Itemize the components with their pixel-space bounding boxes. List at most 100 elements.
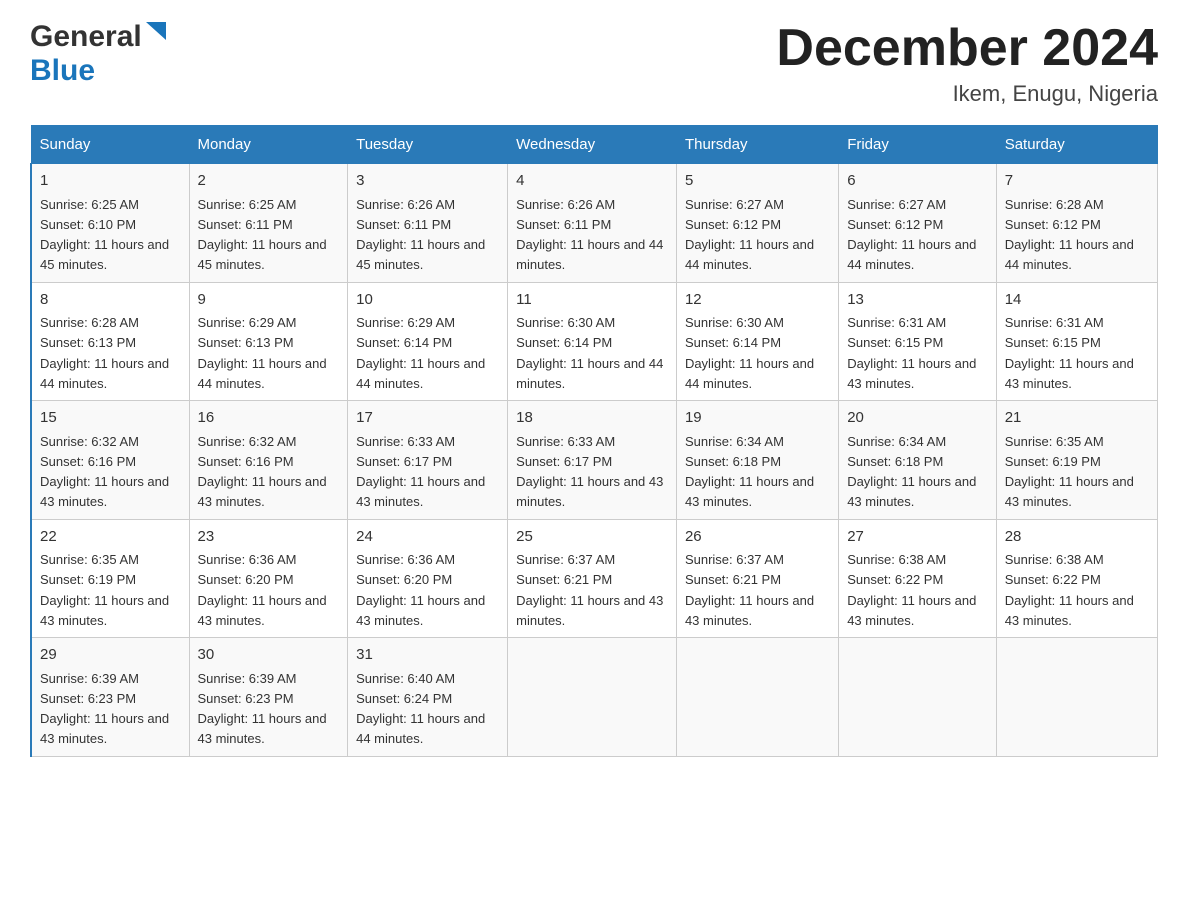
weekday-header-sunday: Sunday	[31, 126, 189, 164]
day-info: Sunrise: 6:26 AMSunset: 6:11 PMDaylight:…	[356, 197, 485, 273]
day-info: Sunrise: 6:39 AMSunset: 6:23 PMDaylight:…	[40, 671, 169, 747]
calendar-cell: 3 Sunrise: 6:26 AMSunset: 6:11 PMDaylight…	[348, 164, 508, 283]
calendar-cell: 27 Sunrise: 6:38 AMSunset: 6:22 PMDayligh…	[839, 519, 997, 638]
day-info: Sunrise: 6:32 AMSunset: 6:16 PMDaylight:…	[198, 434, 327, 510]
calendar-body: 1 Sunrise: 6:25 AMSunset: 6:10 PMDaylight…	[31, 164, 1158, 757]
day-number: 12	[685, 289, 830, 312]
day-info: Sunrise: 6:35 AMSunset: 6:19 PMDaylight:…	[40, 552, 169, 628]
page-header: General Blue December 2024 Ikem, Enugu, …	[30, 20, 1158, 107]
day-number: 2	[198, 170, 340, 193]
calendar-cell	[508, 638, 677, 757]
day-number: 10	[356, 289, 499, 312]
day-info: Sunrise: 6:32 AMSunset: 6:16 PMDaylight:…	[40, 434, 169, 510]
day-number: 22	[40, 526, 181, 549]
day-info: Sunrise: 6:34 AMSunset: 6:18 PMDaylight:…	[847, 434, 976, 510]
calendar-cell: 31 Sunrise: 6:40 AMSunset: 6:24 PMDayligh…	[348, 638, 508, 757]
calendar-cell: 6Sunrise: 6:27 AMSunset: 6:12 PMDaylight…	[839, 164, 997, 283]
day-number: 8	[40, 289, 181, 312]
day-info: Sunrise: 6:29 AMSunset: 6:13 PMDaylight:…	[198, 315, 327, 391]
calendar-cell: 23Sunrise: 6:36 AMSunset: 6:20 PMDayligh…	[189, 519, 348, 638]
weekday-header-thursday: Thursday	[676, 126, 838, 164]
calendar-cell: 30Sunrise: 6:39 AMSunset: 6:23 PMDayligh…	[189, 638, 348, 757]
calendar-cell: 26 Sunrise: 6:37 AMSunset: 6:21 PMDayligh…	[676, 519, 838, 638]
day-number: 1	[40, 170, 181, 193]
day-info: Sunrise: 6:30 AMSunset: 6:14 PMDaylight:…	[685, 315, 814, 391]
calendar-cell: 21 Sunrise: 6:35 AMSunset: 6:19 PMDayligh…	[996, 401, 1157, 520]
day-number: 25	[516, 526, 668, 549]
calendar-week-row: 22 Sunrise: 6:35 AMSunset: 6:19 PMDayligh…	[31, 519, 1158, 638]
calendar-cell: 29Sunrise: 6:39 AMSunset: 6:23 PMDayligh…	[31, 638, 189, 757]
day-info: Sunrise: 6:37 AMSunset: 6:21 PMDaylight:…	[516, 552, 663, 628]
calendar-cell: 19 Sunrise: 6:34 AMSunset: 6:18 PMDayligh…	[676, 401, 838, 520]
day-number: 5	[685, 170, 830, 193]
day-info: Sunrise: 6:38 AMSunset: 6:22 PMDaylight:…	[847, 552, 976, 628]
weekday-row: SundayMondayTuesdayWednesdayThursdayFrid…	[31, 126, 1158, 164]
calendar-cell: 7Sunrise: 6:28 AMSunset: 6:12 PMDaylight…	[996, 164, 1157, 283]
day-number: 9	[198, 289, 340, 312]
logo-general-text: General	[30, 20, 142, 54]
calendar-cell: 20Sunrise: 6:34 AMSunset: 6:18 PMDayligh…	[839, 401, 997, 520]
day-info: Sunrise: 6:36 AMSunset: 6:20 PMDaylight:…	[198, 552, 327, 628]
calendar-cell: 11Sunrise: 6:30 AMSunset: 6:14 PMDayligh…	[508, 282, 677, 401]
calendar-table: SundayMondayTuesdayWednesdayThursdayFrid…	[30, 125, 1158, 757]
location-text: Ikem, Enugu, Nigeria	[776, 81, 1158, 107]
logo-blue-text: Blue	[30, 54, 95, 88]
day-number: 4	[516, 170, 668, 193]
title-area: December 2024 Ikem, Enugu, Nigeria	[776, 20, 1158, 107]
weekday-header-wednesday: Wednesday	[508, 126, 677, 164]
day-info: Sunrise: 6:36 AMSunset: 6:20 PMDaylight:…	[356, 552, 485, 628]
day-number: 14	[1005, 289, 1149, 312]
calendar-cell: 16 Sunrise: 6:32 AMSunset: 6:16 PMDayligh…	[189, 401, 348, 520]
calendar-cell: 14Sunrise: 6:31 AMSunset: 6:15 PMDayligh…	[996, 282, 1157, 401]
day-info: Sunrise: 6:33 AMSunset: 6:17 PMDaylight:…	[516, 434, 663, 510]
day-number: 27	[847, 526, 988, 549]
logo: General Blue	[30, 20, 166, 88]
day-number: 3	[356, 170, 499, 193]
calendar-cell: 15 Sunrise: 6:32 AMSunset: 6:16 PMDayligh…	[31, 401, 189, 520]
calendar-cell: 4 Sunrise: 6:26 AMSunset: 6:11 PMDaylight…	[508, 164, 677, 283]
calendar-cell: 13Sunrise: 6:31 AMSunset: 6:15 PMDayligh…	[839, 282, 997, 401]
day-number: 15	[40, 407, 181, 430]
weekday-header-friday: Friday	[839, 126, 997, 164]
day-info: Sunrise: 6:33 AMSunset: 6:17 PMDaylight:…	[356, 434, 485, 510]
calendar-cell: 12 Sunrise: 6:30 AMSunset: 6:14 PMDayligh…	[676, 282, 838, 401]
day-number: 6	[847, 170, 988, 193]
day-number: 7	[1005, 170, 1149, 193]
calendar-cell: 28Sunrise: 6:38 AMSunset: 6:22 PMDayligh…	[996, 519, 1157, 638]
calendar-cell: 1 Sunrise: 6:25 AMSunset: 6:10 PMDaylight…	[31, 164, 189, 283]
day-number: 31	[356, 644, 499, 667]
calendar-week-row: 8Sunrise: 6:28 AMSunset: 6:13 PMDaylight…	[31, 282, 1158, 401]
day-info: Sunrise: 6:29 AMSunset: 6:14 PMDaylight:…	[356, 315, 485, 391]
calendar-cell: 10 Sunrise: 6:29 AMSunset: 6:14 PMDayligh…	[348, 282, 508, 401]
day-info: Sunrise: 6:40 AMSunset: 6:24 PMDaylight:…	[356, 671, 485, 747]
day-info: Sunrise: 6:34 AMSunset: 6:18 PMDaylight:…	[685, 434, 814, 510]
calendar-cell: 9 Sunrise: 6:29 AMSunset: 6:13 PMDaylight…	[189, 282, 348, 401]
day-info: Sunrise: 6:25 AMSunset: 6:10 PMDaylight:…	[40, 197, 169, 273]
day-number: 30	[198, 644, 340, 667]
day-info: Sunrise: 6:26 AMSunset: 6:11 PMDaylight:…	[516, 197, 663, 273]
calendar-cell	[839, 638, 997, 757]
calendar-cell	[996, 638, 1157, 757]
day-number: 19	[685, 407, 830, 430]
day-number: 28	[1005, 526, 1149, 549]
day-number: 16	[198, 407, 340, 430]
day-number: 26	[685, 526, 830, 549]
weekday-header-monday: Monday	[189, 126, 348, 164]
day-info: Sunrise: 6:37 AMSunset: 6:21 PMDaylight:…	[685, 552, 814, 628]
day-number: 11	[516, 289, 668, 312]
calendar-cell: 8Sunrise: 6:28 AMSunset: 6:13 PMDaylight…	[31, 282, 189, 401]
day-number: 21	[1005, 407, 1149, 430]
calendar-cell: 22 Sunrise: 6:35 AMSunset: 6:19 PMDayligh…	[31, 519, 189, 638]
calendar-cell	[676, 638, 838, 757]
day-info: Sunrise: 6:31 AMSunset: 6:15 PMDaylight:…	[847, 315, 976, 391]
day-number: 18	[516, 407, 668, 430]
calendar-week-row: 1 Sunrise: 6:25 AMSunset: 6:10 PMDaylight…	[31, 164, 1158, 283]
day-info: Sunrise: 6:35 AMSunset: 6:19 PMDaylight:…	[1005, 434, 1134, 510]
calendar-cell: 24Sunrise: 6:36 AMSunset: 6:20 PMDayligh…	[348, 519, 508, 638]
day-info: Sunrise: 6:27 AMSunset: 6:12 PMDaylight:…	[685, 197, 814, 273]
calendar-cell: 2Sunrise: 6:25 AMSunset: 6:11 PMDaylight…	[189, 164, 348, 283]
logo-triangle-icon	[146, 22, 166, 45]
day-number: 17	[356, 407, 499, 430]
calendar-cell: 17 Sunrise: 6:33 AMSunset: 6:17 PMDayligh…	[348, 401, 508, 520]
weekday-header-tuesday: Tuesday	[348, 126, 508, 164]
